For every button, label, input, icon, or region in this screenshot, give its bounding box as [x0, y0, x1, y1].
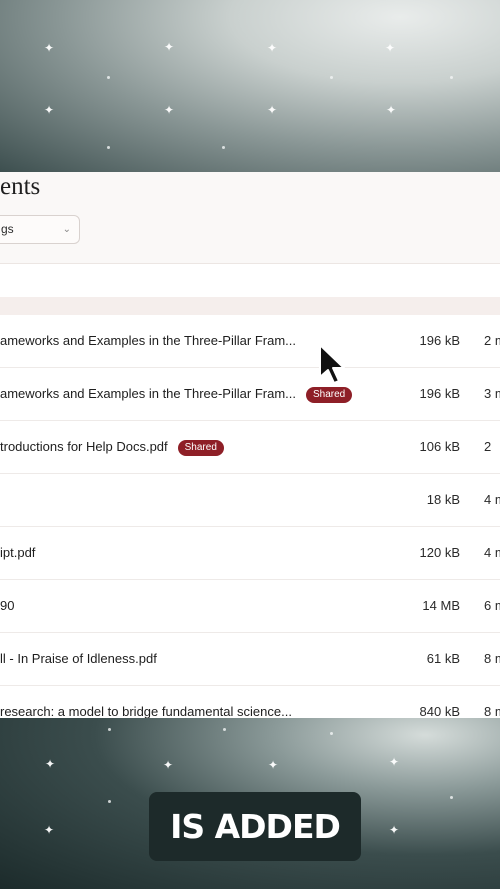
sparkle-icon: ✦ [389, 823, 400, 837]
sparkle-icon: ✦ [389, 755, 400, 769]
shared-badge: Shared [305, 387, 353, 403]
table-row[interactable]: ameworks and Examples in the Three-Pilla… [0, 315, 500, 368]
table-row[interactable]: 18 kB 4 m [0, 474, 500, 527]
file-date: 2 m [484, 333, 500, 348]
file-list: ameworks and Examples in the Three-Pilla… [0, 315, 500, 718]
table-row[interactable]: troductions for Help Docs.pdf Shared 106 … [0, 421, 500, 474]
sparkle-icon: ✦ [268, 758, 279, 772]
file-name[interactable]: ipt.pdf [0, 527, 35, 579]
star-dot [108, 800, 111, 803]
file-date: 3 m [484, 386, 500, 401]
file-date: 8 m [484, 704, 500, 718]
file-size: 106 kB [419, 439, 460, 454]
table-header [0, 297, 500, 316]
file-size: 18 kB [426, 492, 460, 507]
background-top: ✦ ✦ ✦ ✦ ✦ ✦ ✦ ✦ [0, 0, 500, 172]
file-size: 120 kB [419, 545, 460, 560]
sparkle-icon: ✦ [164, 103, 175, 117]
file-date: 4 m [484, 492, 500, 507]
shared-badge: Shared [177, 440, 224, 456]
file-size: 196 kB [419, 333, 460, 348]
table-row[interactable]: ipt.pdf 120 kB 4 m [0, 527, 500, 580]
sparkle-icon: ✦ [164, 40, 175, 54]
sparkle-icon: ✦ [45, 757, 56, 771]
page-title: ents [0, 173, 41, 200]
sparkle-icon: ✦ [267, 41, 278, 55]
file-date: 4 m [484, 545, 500, 560]
star-dot [450, 76, 453, 79]
video-caption: IS ADDED [149, 792, 361, 861]
file-name[interactable]: ameworks and Examples in the Three-Pilla… [0, 368, 353, 420]
documents-panel: ents gs ⌄ ameworks and Examples in the T… [0, 172, 500, 718]
tags-filter-select[interactable]: gs ⌄ [0, 215, 80, 244]
file-name[interactable]: research: a model to bridge fundamental … [0, 686, 292, 718]
star-dot [107, 146, 110, 149]
chevron-down-icon: ⌄ [62, 224, 71, 235]
table-row[interactable]: research: a model to bridge fundamental … [0, 686, 500, 718]
table-row[interactable]: ll - In Praise of Idleness.pdf 61 kB 8 m [0, 633, 500, 686]
sparkle-icon: ✦ [163, 758, 174, 772]
table-row[interactable]: 90 14 MB 6 m [0, 580, 500, 633]
tags-filter-label: gs [1, 222, 14, 236]
star-dot [450, 796, 453, 799]
sparkle-icon: ✦ [44, 41, 55, 55]
file-size: 61 kB [426, 651, 460, 666]
mouse-cursor-icon [319, 344, 345, 384]
sparkle-icon: ✦ [386, 103, 397, 117]
file-date: 6 m [484, 598, 500, 613]
sparkle-icon: ✦ [44, 823, 55, 837]
sparkle-icon: ✦ [267, 103, 278, 117]
file-name[interactable]: 90 [0, 580, 14, 632]
star-dot [108, 728, 111, 731]
file-size: 196 kB [419, 386, 460, 401]
file-name[interactable]: troductions for Help Docs.pdf Shared [0, 421, 224, 473]
table-row[interactable]: ameworks and Examples in the Three-Pilla… [0, 368, 500, 421]
file-name[interactable]: ameworks and Examples in the Three-Pilla… [0, 315, 296, 367]
file-name[interactable]: ll - In Praise of Idleness.pdf [0, 633, 157, 685]
star-dot [223, 728, 226, 731]
star-dot [330, 732, 333, 735]
file-size: 840 kB [419, 704, 460, 718]
star-dot [222, 146, 225, 149]
star-dot [330, 76, 333, 79]
sparkle-icon: ✦ [44, 103, 55, 117]
star-dot [107, 76, 110, 79]
file-date: 2 [484, 439, 492, 454]
file-size: 14 MB [422, 598, 460, 613]
search-bar[interactable] [0, 263, 500, 299]
sparkle-icon: ✦ [385, 41, 396, 55]
file-date: 8 m [484, 651, 500, 666]
